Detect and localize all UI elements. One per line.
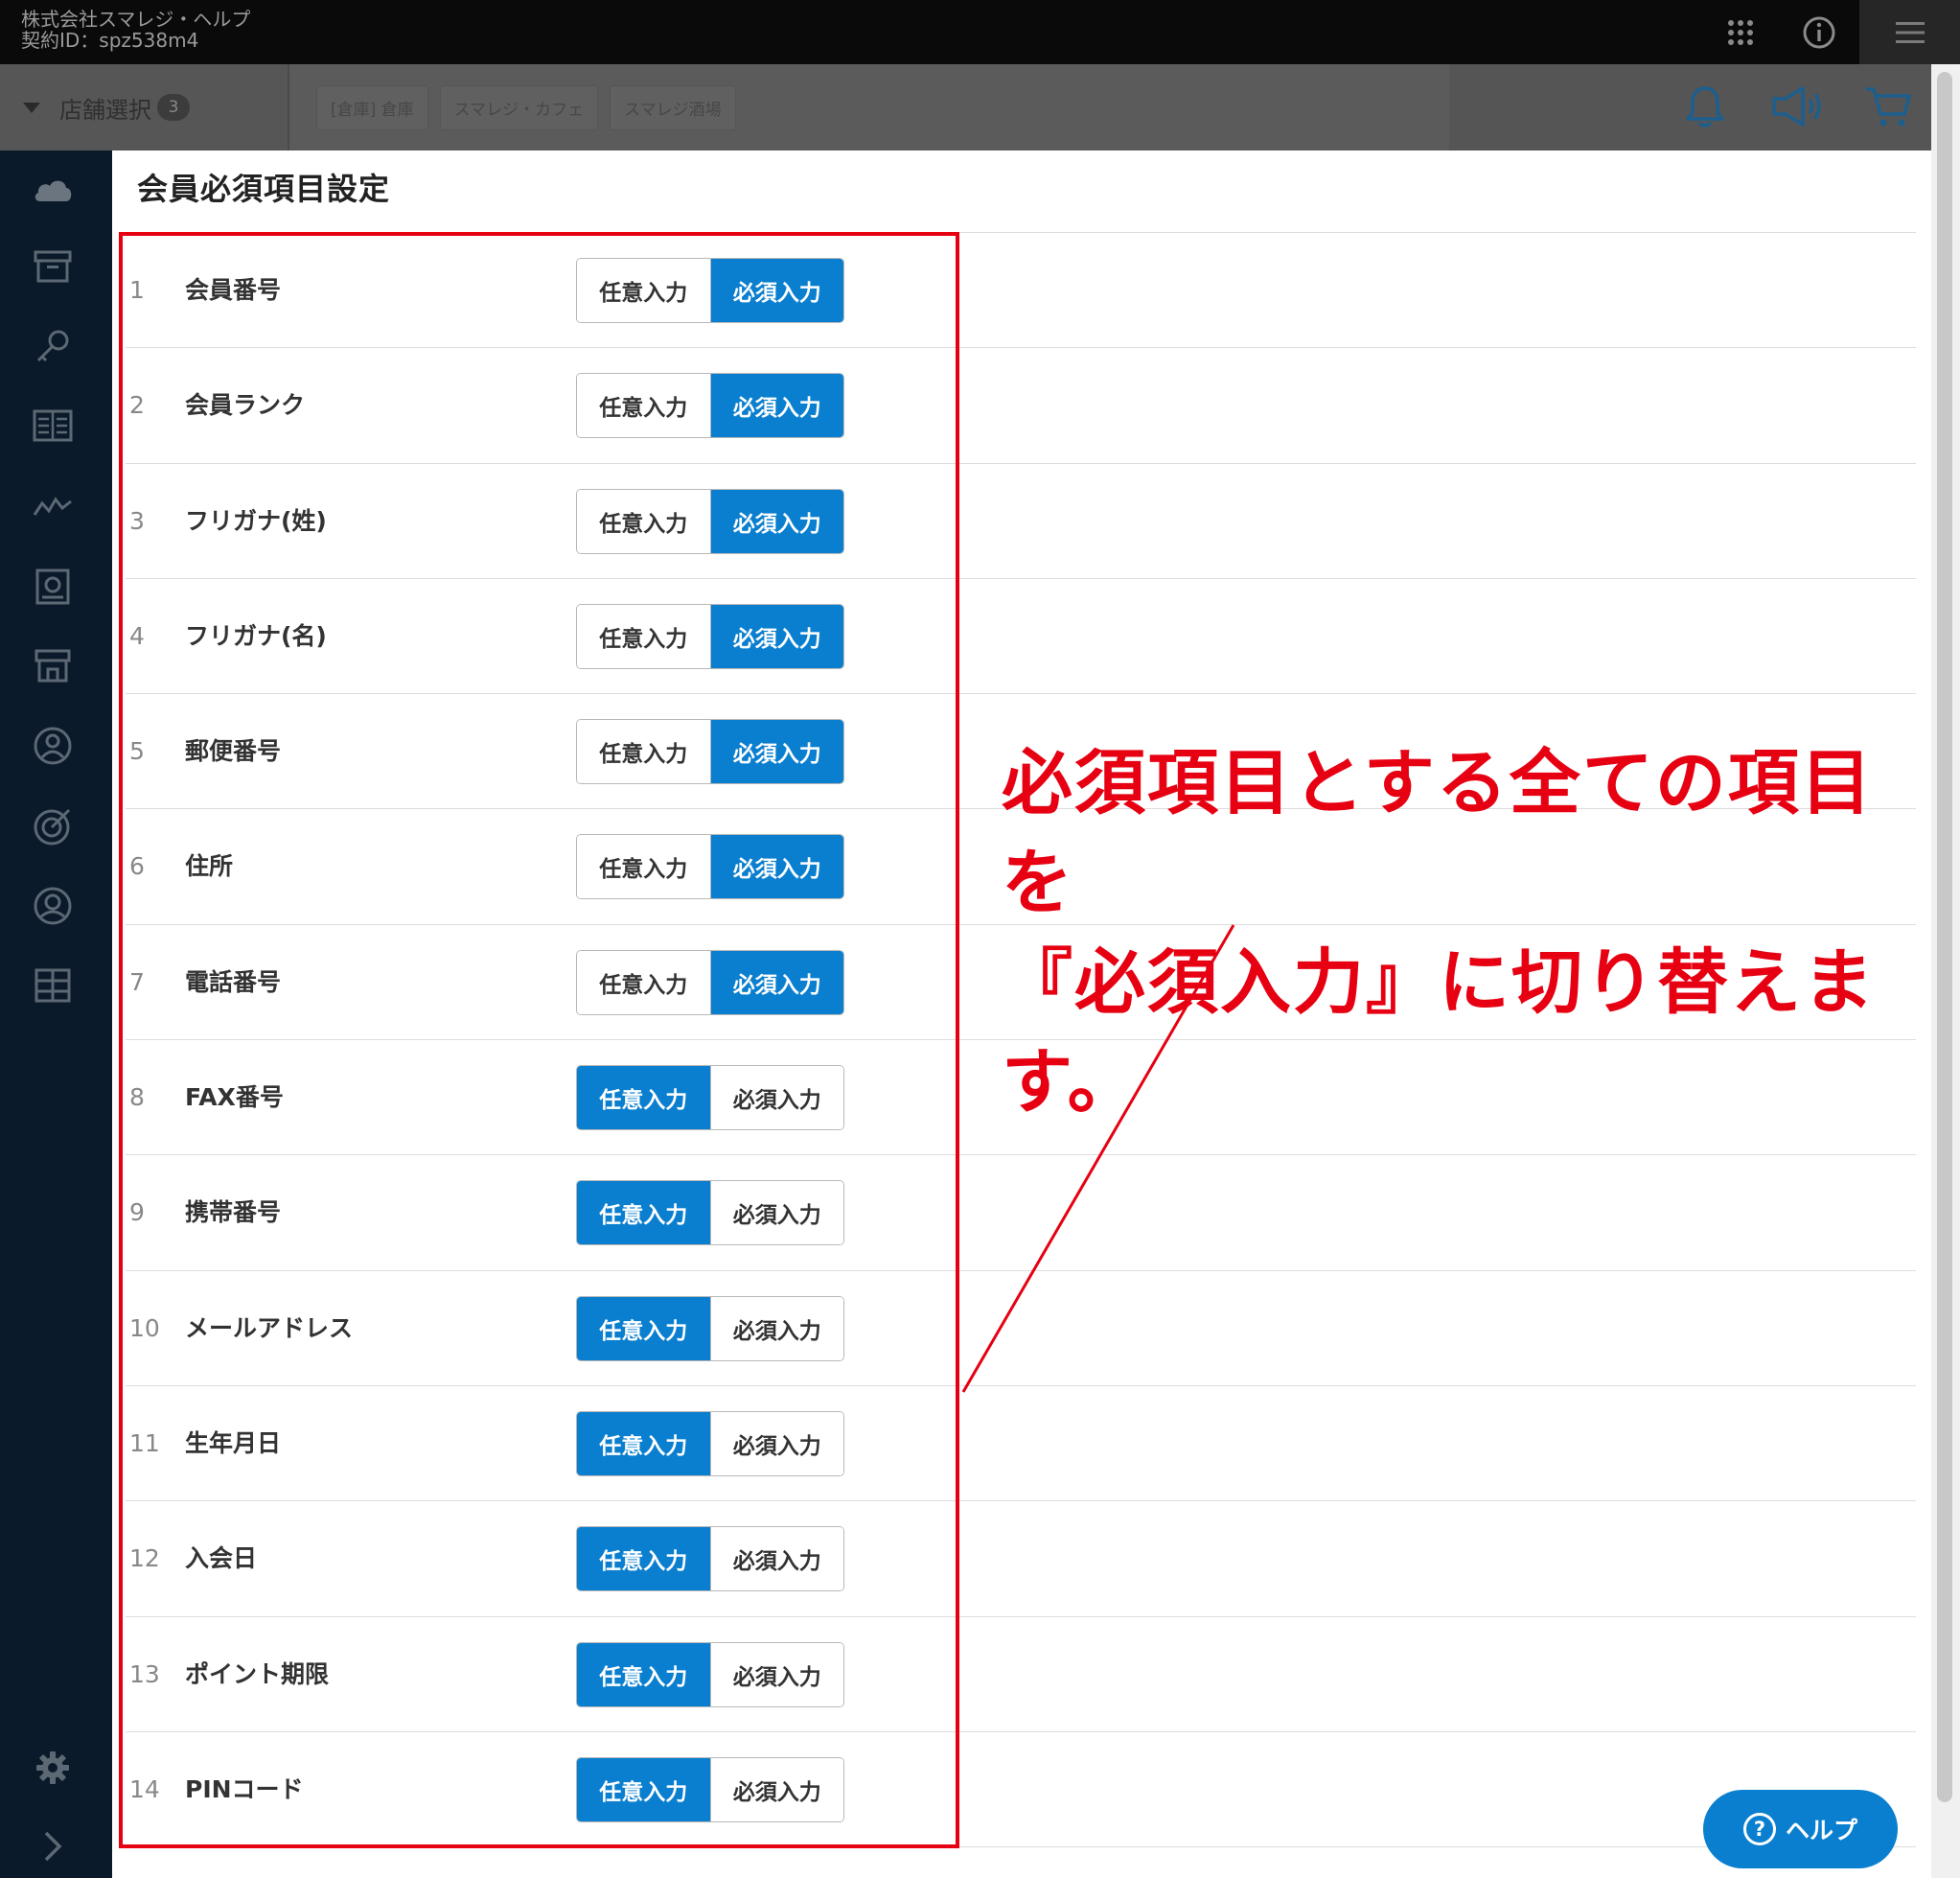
store-chip[interactable]: [倉庫] 倉庫 xyxy=(316,85,428,130)
activity-chart-icon[interactable] xyxy=(33,486,73,526)
caret-down-icon xyxy=(23,102,40,113)
store-bar: 店舗選択 3 [倉庫] 倉庫 スマレジ・カフェ スマレジ酒場 xyxy=(0,64,1960,151)
scrollbar[interactable] xyxy=(1931,64,1960,1878)
bell-icon[interactable] xyxy=(1684,83,1726,133)
chevron-right-icon[interactable] xyxy=(33,1826,73,1866)
top-bar: 株式会社スマレジ・ヘルプ 契約ID：spz538m4 xyxy=(0,0,1960,64)
company-info: 株式会社スマレジ・ヘルプ 契約ID：spz538m4 xyxy=(21,9,250,51)
gear-icon[interactable] xyxy=(33,1748,73,1788)
apps-grid-icon[interactable] xyxy=(1721,0,1760,64)
contract-id: 契約ID：spz538m4 xyxy=(21,29,199,52)
question-circle-icon: ? xyxy=(1742,1813,1776,1845)
ledger-icon[interactable] xyxy=(33,406,73,446)
target-icon[interactable] xyxy=(33,806,73,846)
page-title: 会員必須項目設定 xyxy=(137,171,391,207)
grid-table-icon[interactable] xyxy=(33,965,73,1006)
company-name: 株式会社スマレジ・ヘルプ xyxy=(21,8,251,31)
store-chip[interactable]: スマレジ・カフェ xyxy=(439,85,599,130)
sidebar xyxy=(0,151,112,1878)
hamburger-menu-icon[interactable] xyxy=(1859,0,1960,64)
user-circle-icon[interactable] xyxy=(33,726,73,766)
help-button[interactable]: ? ヘルプ xyxy=(1703,1790,1898,1868)
store-chip[interactable]: スマレジ酒場 xyxy=(610,85,736,130)
scrollbar-thumb[interactable] xyxy=(1937,72,1952,1802)
archive-icon[interactable] xyxy=(33,246,73,287)
store-select-dropdown[interactable]: 店舗選択 3 xyxy=(0,64,289,151)
annotation-highlight-box xyxy=(119,232,959,1848)
annotation-line-1: 必須項目とする全ての項目を xyxy=(1002,742,1874,924)
help-button-label: ヘルプ xyxy=(1785,1817,1857,1844)
annotation-text: 必須項目とする全ての項目を 『必須入力』に切り替えます。 xyxy=(1002,733,1922,1132)
store-chips: [倉庫] 倉庫 スマレジ・カフェ スマレジ酒場 xyxy=(316,85,736,130)
member-icon[interactable] xyxy=(33,886,73,926)
header-tools xyxy=(1449,64,1960,151)
store-select-label: 店舗選択 xyxy=(59,96,151,124)
info-icon[interactable] xyxy=(1800,0,1838,64)
cart-icon[interactable] xyxy=(1863,83,1913,133)
cloud-icon[interactable] xyxy=(33,170,73,210)
report-icon[interactable] xyxy=(33,567,73,607)
store-icon[interactable] xyxy=(33,645,73,685)
store-count-badge: 3 xyxy=(157,94,190,121)
key-icon[interactable] xyxy=(33,326,73,366)
megaphone-icon[interactable] xyxy=(1770,83,1826,133)
annotation-line-2: 『必須入力』に切り替えます。 xyxy=(1002,941,1876,1124)
